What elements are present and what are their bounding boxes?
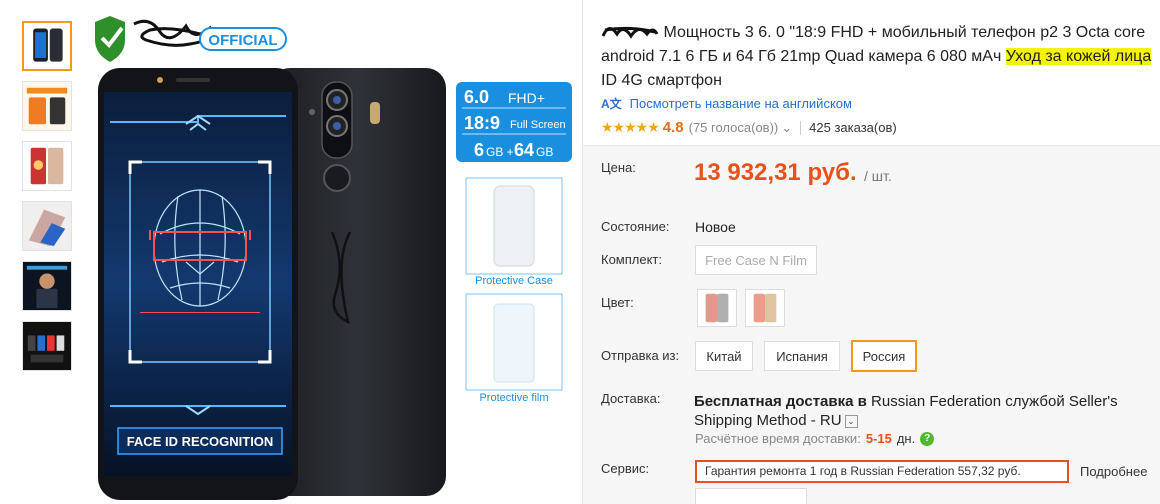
gallery-thumbnail[interactable]: [22, 261, 72, 311]
votes-link[interactable]: (75 голоса(ов)): [689, 120, 779, 135]
thumbnail-strip: [22, 21, 72, 381]
delivery-free-text: Бесплатная доставка в: [694, 393, 867, 410]
rating-separator: [800, 120, 802, 135]
condition-label: Состояние:: [601, 219, 670, 234]
gallery-thumbnail[interactable]: [22, 201, 72, 251]
price-value: 13 932,31 руб.: [694, 159, 857, 186]
face-id-banner-text: FACE ID RECOGNITION: [127, 434, 274, 449]
translate-title-link[interactable]: A文 Посмотреть название на английском: [601, 95, 852, 112]
estimate-unit: дн.: [896, 431, 916, 446]
product-title-highlight: Уход за кожей лица: [1005, 48, 1152, 65]
gallery-thumbnail[interactable]: [22, 321, 72, 371]
delivery-label: Доставка:: [601, 391, 661, 406]
color-label: Цвет:: [601, 295, 634, 310]
product-title-text-end: ID 4G смартфон: [601, 72, 722, 89]
service-label: Сервис:: [601, 461, 650, 476]
delivery-dropdown-icon[interactable]: ⌄: [844, 415, 858, 428]
price-label: Цена:: [601, 160, 636, 175]
official-badge-text: OFFICIAL: [208, 32, 277, 49]
price-unit: / шт.: [864, 168, 892, 184]
ship-from-spain[interactable]: Испания: [764, 341, 840, 371]
options-panel-background: [583, 145, 1160, 504]
fingerprint-sensor-icon: [323, 164, 351, 192]
gallery-thumbnail[interactable]: [22, 21, 72, 71]
color-swatch-gold[interactable]: [745, 289, 785, 327]
spec-box: 6.0 FHD+ 18:9 Full Screen 6 GB + 64 GB: [456, 82, 572, 162]
product-title: Мощность 3 6. 0 "18:9 FHD + мобильный те…: [601, 21, 1160, 93]
color-swatch-black[interactable]: [697, 289, 737, 327]
service-warranty-select[interactable]: Гарантия ремонта 1 год в Russian Federat…: [695, 460, 1069, 483]
svg-text:FHD+: FHD+: [508, 90, 545, 106]
service-details-link[interactable]: Подробнее: [1080, 464, 1147, 479]
delivery-info: Бесплатная доставка в Russian Federation…: [694, 392, 1160, 430]
delivery-estimate: Расчётное время доставки: 5-15 дн. ?: [695, 431, 935, 446]
protective-case-label: Protective Case: [475, 275, 553, 287]
gallery-thumbnail[interactable]: [22, 81, 72, 131]
svg-text:64: 64: [514, 140, 534, 160]
svg-text:6.0: 6.0: [464, 87, 489, 107]
svg-text:GB +: GB +: [486, 145, 514, 159]
votes-dropdown-icon[interactable]: ⌄: [781, 120, 792, 136]
ship-from-russia[interactable]: Россия: [851, 340, 917, 372]
gallery-thumbnail[interactable]: [22, 141, 72, 191]
translate-title-text: Посмотреть название на английском: [629, 96, 852, 111]
rating-row: ★★★★★ 4.8 (75 голоса(ов)) ⌄ 425 заказа(о…: [601, 119, 897, 136]
estimate-label: Расчётное время доставки:: [695, 431, 861, 446]
redaction-scribble: [601, 26, 659, 39]
svg-text:GB: GB: [536, 145, 553, 159]
rating-value: 4.8: [662, 119, 684, 136]
quantity-box-edge: [695, 488, 807, 504]
ship-from-china[interactable]: Китай: [695, 341, 753, 371]
orders-count: 425 заказа(ов): [809, 120, 897, 135]
shield-logo-icon: [95, 16, 125, 62]
kit-option-button[interactable]: Free Case N Film: [695, 245, 817, 275]
protective-film-label: Protective film: [479, 392, 548, 404]
price-divider: [583, 145, 1160, 146]
condition-value: Новое: [695, 219, 736, 235]
main-product-image[interactable]: OFFICIAL FACE ID RECOGNITION 6.0 FHD+ 18…: [90, 12, 580, 504]
translate-icon: A文: [601, 97, 622, 111]
svg-text:18:9: 18:9: [464, 113, 500, 133]
svg-text:6: 6: [474, 140, 484, 160]
svg-text:Full Screen: Full Screen: [510, 119, 566, 131]
ship-from-label: Отправка из:: [601, 348, 680, 363]
official-badge: OFFICIAL: [199, 27, 287, 51]
kit-label: Комплект:: [601, 252, 662, 267]
help-icon[interactable]: ?: [920, 431, 935, 446]
rating-stars-icon: ★★★★★: [601, 119, 660, 135]
estimate-days: 5-15: [865, 431, 892, 446]
